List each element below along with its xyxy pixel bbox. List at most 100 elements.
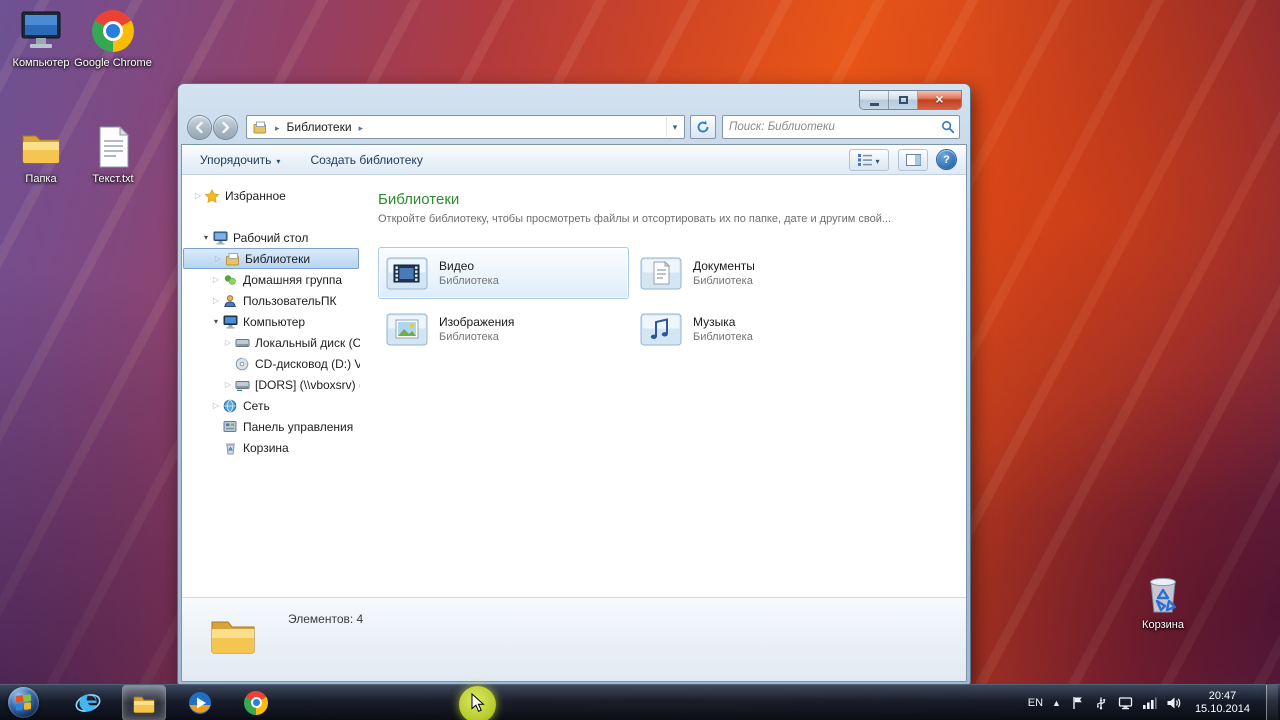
maximize-button[interactable]: [889, 91, 918, 109]
refresh-button[interactable]: [690, 115, 716, 139]
sidebar-item-computer[interactable]: Компьютер: [182, 311, 360, 332]
desktop-icon-folder[interactable]: Папка: [2, 124, 80, 185]
sidebar-item-desktop[interactable]: Рабочий стол: [182, 227, 360, 248]
create-library-button[interactable]: Создать библиотеку: [302, 149, 430, 171]
back-arrow-icon: [195, 121, 203, 133]
expander-icon[interactable]: [192, 185, 204, 206]
system-tray: EN ▲ 20:47 15.10.2014: [1028, 684, 1280, 720]
navigation-pane: Избранное Рабочий стол Библиотеки: [182, 175, 360, 597]
library-item-video[interactable]: Видео Библиотека: [378, 247, 629, 299]
address-dropdown-button[interactable]: [666, 117, 683, 137]
forward-arrow-icon: [222, 121, 230, 133]
library-item-documents[interactable]: Документы Библиотека: [632, 247, 883, 299]
preview-pane-icon: [905, 153, 921, 166]
maximize-icon: [898, 96, 908, 104]
sidebar-item-label: Сеть: [243, 398, 270, 413]
change-view-button[interactable]: [849, 148, 889, 171]
back-button[interactable]: [188, 115, 211, 139]
start-button[interactable]: [8, 687, 39, 718]
taskbar: EN ▲ 20:47 15.10.2014: [0, 684, 1280, 720]
hidden-icons-button[interactable]: ▲: [1052, 698, 1061, 708]
sidebar-item-libraries[interactable]: Библиотеки: [183, 248, 359, 269]
minimize-icon: [869, 102, 879, 106]
library-name: Музыка: [693, 315, 736, 329]
desktop-icon-google-chrome[interactable]: Google Chrome: [74, 8, 152, 69]
forward-button[interactable]: [214, 115, 237, 139]
sidebar-item-cd-drive-d[interactable]: CD-дисковод (D:) Virt...: [182, 353, 360, 374]
taskbar-button-windows-explorer[interactable]: [123, 685, 165, 720]
expander-icon[interactable]: [222, 332, 234, 353]
chevron-down-icon: [276, 153, 280, 167]
media-player-icon: [189, 691, 211, 714]
organize-button[interactable]: Упорядочить: [192, 149, 288, 171]
taskbar-button-media-player[interactable]: [179, 686, 221, 720]
breadcrumb-libraries[interactable]: Библиотеки: [285, 117, 354, 137]
sidebar-item-user-folder[interactable]: ПользовательПК: [182, 290, 360, 311]
display-icon[interactable]: [1118, 695, 1133, 710]
sidebar-item-label: Домашняя группа: [243, 272, 343, 287]
command-toolbar: Упорядочить Создать библиотеку: [182, 145, 966, 175]
desktop-icon-recycle-bin[interactable]: Корзина: [1124, 570, 1202, 631]
expander-icon[interactable]: [200, 227, 212, 248]
library-name: Видео: [439, 259, 475, 273]
breadcrumb-separator: [270, 120, 285, 134]
minimize-button[interactable]: [860, 91, 889, 109]
taskbar-button-chrome[interactable]: [235, 686, 277, 720]
expander-icon[interactable]: [222, 374, 234, 395]
preview-pane-button[interactable]: [898, 148, 928, 171]
refresh-icon: [697, 120, 709, 133]
volume-icon[interactable]: [1166, 695, 1181, 710]
clock[interactable]: 20:47 15.10.2014: [1195, 690, 1250, 716]
folder-icon: [22, 135, 60, 164]
sidebar-item-label: Корзина: [243, 440, 289, 455]
folder-icon: [211, 621, 255, 654]
address-bar[interactable]: Библиотеки: [246, 115, 685, 139]
library-type: Библиотека: [439, 275, 499, 287]
toolbar-right-group: [849, 148, 956, 171]
help-button[interactable]: [937, 150, 956, 169]
sidebar-item-network-drive-e[interactable]: [DORS] (\\vboxsrv) (E:...: [182, 374, 360, 395]
expander-icon[interactable]: [212, 249, 224, 268]
computer-icon: [21, 11, 61, 48]
usb-device-icon[interactable]: [1094, 695, 1109, 710]
action-center-icon[interactable]: [1070, 695, 1085, 710]
video-library-icon: [386, 257, 428, 290]
desktop-icon-computer[interactable]: Компьютер: [2, 8, 80, 69]
expander-icon[interactable]: [210, 269, 222, 290]
sidebar-item-local-disk-c[interactable]: Локальный диск (C:): [182, 332, 360, 353]
content-pane: Библиотеки Откройте библиотеку, чтобы пр…: [360, 175, 966, 597]
search-icon[interactable]: [937, 120, 959, 134]
expander-icon[interactable]: [210, 395, 222, 416]
status-items-count: Элементов: 4: [288, 612, 364, 626]
sidebar-item-label: Рабочий стол: [233, 230, 309, 245]
show-desktop-button[interactable]: [1266, 684, 1278, 720]
sidebar-item-recycle-bin[interactable]: Корзина: [182, 437, 360, 458]
sidebar-item-network[interactable]: Сеть: [182, 395, 360, 416]
control-panel-icon: [222, 419, 238, 434]
network-drive-icon: [234, 377, 250, 392]
recycle-bin-icon: [1150, 577, 1177, 613]
desktop-icon-text-file[interactable]: Текст.txt: [74, 124, 152, 185]
expander-icon[interactable]: [210, 311, 222, 332]
search-input[interactable]: [723, 121, 937, 133]
sidebar-item-control-panel[interactable]: Панель управления: [182, 416, 360, 437]
chrome-icon: [244, 690, 268, 715]
sidebar-item-homegroup[interactable]: Домашняя группа: [182, 269, 360, 290]
library-item-music[interactable]: Музыка Библиотека: [632, 303, 883, 355]
user-folder-icon: [222, 293, 238, 308]
explorer-folder-icon: [133, 696, 155, 713]
taskbar-button-internet-explorer[interactable]: [67, 686, 109, 720]
desktop-icon-label: Корзина: [1142, 619, 1184, 631]
sidebar-item-label: Локальный диск (C:): [255, 335, 360, 350]
language-indicator[interactable]: EN: [1028, 697, 1043, 709]
expander-icon[interactable]: [210, 290, 222, 311]
sidebar-item-label: Избранное: [225, 188, 286, 203]
close-button[interactable]: [918, 91, 961, 109]
create-library-label: Создать библиотеку: [310, 152, 423, 167]
sidebar-item-favorites[interactable]: Избранное: [182, 185, 360, 206]
sidebar-item-label: Библиотеки: [245, 251, 311, 266]
network-icon[interactable]: [1142, 695, 1157, 710]
library-item-pictures[interactable]: Изображения Библиотека: [378, 303, 629, 355]
computer-icon: [222, 314, 238, 329]
